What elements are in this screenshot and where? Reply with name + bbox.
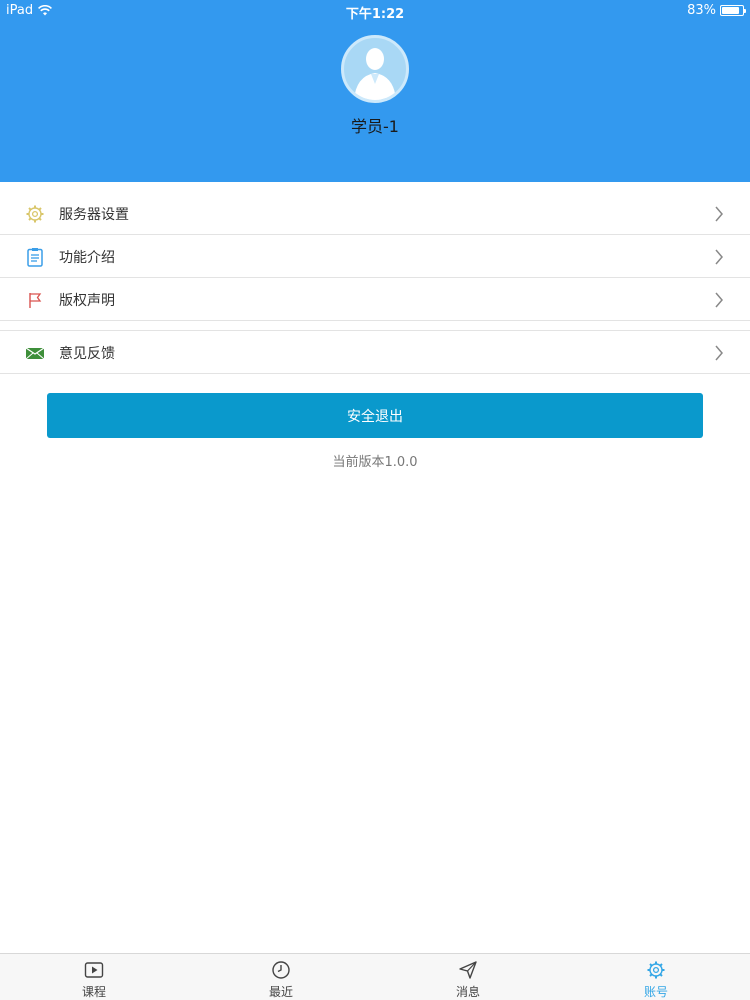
tab-label: 最近 (268, 985, 293, 999)
battery-level (722, 7, 739, 14)
clipboard-icon (27, 248, 43, 267)
battery-percent: 83% (687, 3, 716, 18)
logout-button[interactable]: 安全退出 (47, 393, 703, 438)
paper-plane-icon (459, 961, 477, 979)
status-bar: iPad 下午1:22 83% (0, 0, 750, 22)
menu-item-label: 版权声明 (59, 293, 115, 309)
chevron-right-icon (715, 345, 723, 361)
username: 学员-1 (351, 117, 399, 136)
status-right: 83% (687, 3, 746, 18)
chevron-right-icon (715, 249, 723, 265)
tab-label: 账号 (643, 985, 668, 999)
tab-courses[interactable]: 课程 (54, 954, 134, 1000)
clock-icon (272, 961, 290, 979)
envelope-icon (25, 347, 45, 360)
gear-icon (647, 961, 665, 979)
menu-item-features[interactable]: 功能介绍 (0, 235, 750, 278)
tab-bar: 课程 最近 消息 账号 (0, 953, 750, 1000)
tab-label: 消息 (455, 985, 480, 999)
user-silhouette-icon (354, 48, 396, 100)
chevron-right-icon (715, 206, 723, 222)
tab-account[interactable]: 账号 (616, 954, 696, 1000)
tab-recent[interactable]: 最近 (241, 954, 321, 1000)
gear-icon (26, 205, 44, 223)
flag-icon (29, 293, 42, 308)
menu-item-server-settings[interactable]: 服务器设置 (0, 192, 750, 235)
profile-header: iPad 下午1:22 83% 学员-1 (0, 0, 750, 182)
status-time: 下午1:22 (345, 7, 405, 22)
avatar[interactable] (341, 35, 409, 103)
menu-item-label: 功能介绍 (59, 250, 115, 266)
version-text: 当前版本1.0.0 (332, 455, 418, 470)
menu-separator (0, 321, 750, 331)
menu-item-label: 意见反馈 (59, 346, 115, 362)
chevron-right-icon (715, 292, 723, 308)
tab-label: 课程 (81, 985, 106, 999)
menu-item-label: 服务器设置 (59, 207, 129, 223)
menu-item-copyright[interactable]: 版权声明 (0, 278, 750, 321)
settings-menu: 服务器设置 功能介绍 版权声明 意见反馈 (0, 192, 750, 374)
menu-item-feedback[interactable]: 意见反馈 (0, 331, 750, 374)
play-icon (84, 962, 104, 978)
tab-messages[interactable]: 消息 (428, 954, 508, 1000)
battery-icon (720, 5, 746, 16)
